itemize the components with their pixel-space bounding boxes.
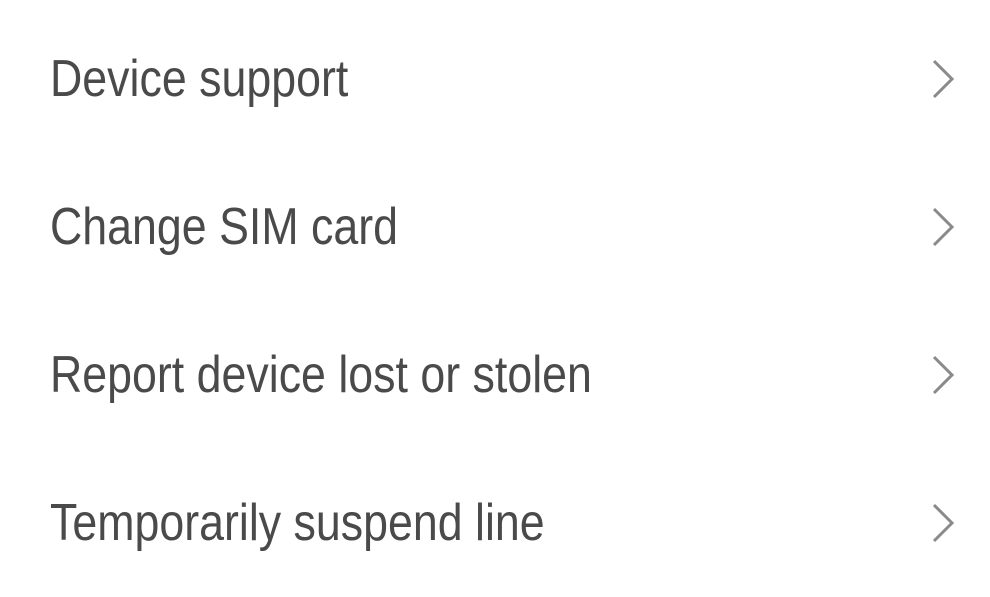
- menu-item-device-support[interactable]: Device support: [0, 5, 990, 153]
- menu-item-label: Device support: [50, 50, 349, 108]
- chevron-right-icon: [930, 59, 956, 99]
- chevron-right-icon: [930, 503, 956, 543]
- menu-item-label: Change SIM card: [50, 198, 399, 256]
- menu-item-suspend-line[interactable]: Temporarily suspend line: [0, 449, 990, 597]
- chevron-right-icon: [930, 355, 956, 395]
- menu-item-change-sim-card[interactable]: Change SIM card: [0, 153, 990, 301]
- settings-menu-list: Device support Change SIM card Report de…: [0, 0, 990, 596]
- chevron-right-icon: [930, 207, 956, 247]
- menu-item-label: Report device lost or stolen: [50, 346, 592, 404]
- menu-item-label: Temporarily suspend line: [50, 494, 545, 552]
- menu-item-report-lost-stolen[interactable]: Report device lost or stolen: [0, 301, 990, 449]
